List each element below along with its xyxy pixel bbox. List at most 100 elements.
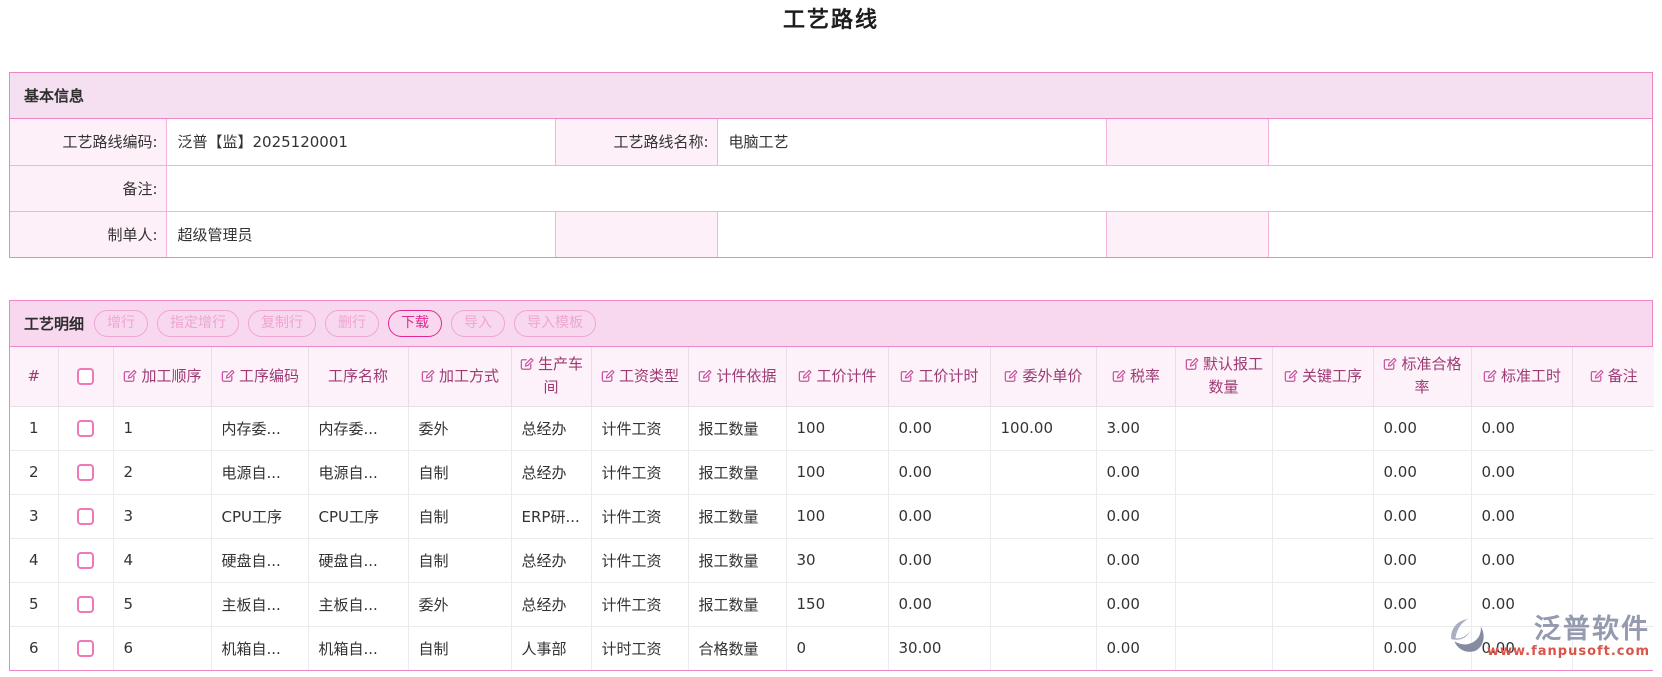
- toolbar-button-import-template[interactable]: 导入模板: [514, 310, 596, 337]
- cell-wage-type: 计件工资: [591, 450, 688, 494]
- col-header-label: 工资类型: [619, 367, 679, 385]
- col-header-label: 加工方式: [439, 367, 499, 385]
- table-row: 66机箱自...机箱自...自制人事部计时工资合格数量030.000.000.0…: [10, 626, 1654, 670]
- cell-remark: [1572, 538, 1654, 582]
- cell-hourly-rate: 0.00: [888, 494, 990, 538]
- page-title: 工艺路线: [0, 6, 1662, 36]
- toolbar-button-import[interactable]: 导入: [451, 310, 505, 337]
- col-header-process-method: 加工方式: [408, 347, 511, 406]
- cell-key-process: [1272, 626, 1373, 670]
- cell-select: [58, 538, 113, 582]
- cell-select: [58, 626, 113, 670]
- cell-key-process: [1272, 406, 1373, 450]
- cell-wage-type: 计件工资: [591, 494, 688, 538]
- cell-process-method: 自制: [408, 494, 511, 538]
- cell-wage-type: 计件工资: [591, 582, 688, 626]
- cell-piece-rate: 150: [786, 582, 888, 626]
- routing-code-value: 泛普【监】2025120001: [166, 119, 555, 165]
- cell-standard-pass-rate: 0.00: [1373, 450, 1471, 494]
- cell-process-code: 电源自...: [211, 450, 308, 494]
- cell-key-process: [1272, 538, 1373, 582]
- cell-piece-basis: 报工数量: [688, 582, 786, 626]
- edit-column-icon: [122, 368, 137, 383]
- col-header-label: 工序编码: [239, 367, 299, 385]
- cell-tax-rate: 0.00: [1096, 450, 1175, 494]
- row-checkbox[interactable]: [77, 596, 94, 613]
- col-header-wage-type: 工资类型: [591, 347, 688, 406]
- cell-piece-rate: 0: [786, 626, 888, 670]
- cell-select: [58, 582, 113, 626]
- col-header-outsource-price: 委外单价: [990, 347, 1096, 406]
- cell-process-method: 委外: [408, 582, 511, 626]
- toolbar-button-add-row-at[interactable]: 指定增行: [157, 310, 239, 337]
- col-header-standard-hours: 标准工时: [1471, 347, 1572, 406]
- cell-process-order: 6: [113, 626, 211, 670]
- col-header-piece-basis: 计件依据: [688, 347, 786, 406]
- basic-info-panel: 基本信息 工艺路线编码: 泛普【监】2025120001 工艺路线名称: 电脑工…: [9, 72, 1653, 258]
- cell-tax-rate: 0.00: [1096, 538, 1175, 582]
- col-header-label: #: [27, 367, 40, 385]
- cell-hourly-rate: 0.00: [888, 406, 990, 450]
- cell-workshop: 总经办: [511, 406, 591, 450]
- process-detail-title: 工艺明细: [24, 313, 84, 334]
- cell-outsource-price: [990, 494, 1096, 538]
- col-header-label: 默认报工数量: [1203, 355, 1263, 396]
- select-all-checkbox[interactable]: [77, 368, 94, 385]
- cell-remark: [1572, 406, 1654, 450]
- toolbar-button-copy-row[interactable]: 复制行: [248, 310, 316, 337]
- cell-process-code: 硬盘自...: [211, 538, 308, 582]
- toolbar-button-download[interactable]: 下载: [388, 310, 442, 337]
- basic-info-header: 基本信息: [10, 73, 1652, 119]
- edit-column-icon: [1482, 368, 1497, 383]
- cell-outsource-price: [990, 450, 1096, 494]
- cell-index: 4: [10, 538, 58, 582]
- cell-wage-type: 计件工资: [591, 538, 688, 582]
- remark-label: 备注:: [10, 165, 166, 211]
- cell-index: 1: [10, 406, 58, 450]
- toolbar-button-delete-row[interactable]: 删行: [325, 310, 379, 337]
- col-header-index: #: [10, 347, 58, 406]
- cell-standard-hours: 0.00: [1471, 494, 1572, 538]
- edit-column-icon: [697, 368, 712, 383]
- cell-standard-pass-rate: 0.00: [1373, 582, 1471, 626]
- edit-column-icon: [1111, 368, 1126, 383]
- routing-name-label: 工艺路线名称:: [555, 119, 717, 165]
- cell-remark: [1572, 450, 1654, 494]
- edit-column-icon: [519, 356, 534, 371]
- cell-process-order: 3: [113, 494, 211, 538]
- cell-process-name: 电源自...: [308, 450, 408, 494]
- toolbar-button-add-row[interactable]: 增行: [94, 310, 148, 337]
- cell-process-method: 自制: [408, 626, 511, 670]
- cell-workshop: 总经办: [511, 538, 591, 582]
- cell-tax-rate: 0.00: [1096, 626, 1175, 670]
- col-header-label: 生产车间: [538, 355, 583, 396]
- row-checkbox[interactable]: [77, 508, 94, 525]
- col-header-label: 工序名称: [328, 367, 388, 385]
- cell-process-method: 委外: [408, 406, 511, 450]
- routing-name-value: 电脑工艺: [717, 119, 1106, 165]
- basic-info-title: 基本信息: [24, 85, 84, 106]
- cell-select: [58, 406, 113, 450]
- row-checkbox[interactable]: [77, 640, 94, 657]
- cell-standard-pass-rate: 0.00: [1373, 494, 1471, 538]
- cell-piece-basis: 报工数量: [688, 494, 786, 538]
- row-checkbox[interactable]: [77, 464, 94, 481]
- col-header-tax-rate: 税率: [1096, 347, 1175, 406]
- col-header-label: 税率: [1130, 367, 1160, 385]
- cell-default-report-qty: [1175, 494, 1272, 538]
- cell-remark: [1572, 626, 1654, 670]
- table-row: 33CPU工序CPU工序自制ERP研...计件工资报工数量1000.000.00…: [10, 494, 1654, 538]
- cell-wage-type: 计时工资: [591, 626, 688, 670]
- cell-tax-rate: 3.00: [1096, 406, 1175, 450]
- row-checkbox[interactable]: [77, 420, 94, 437]
- empty-label-cell: [1106, 119, 1268, 165]
- empty-label-cell: [1106, 211, 1268, 257]
- cell-process-code: 机箱自...: [211, 626, 308, 670]
- cell-process-code: CPU工序: [211, 494, 308, 538]
- edit-column-icon: [899, 368, 914, 383]
- table-row: 44硬盘自...硬盘自...自制总经办计件工资报工数量300.000.000.0…: [10, 538, 1654, 582]
- row-checkbox[interactable]: [77, 552, 94, 569]
- cell-default-report-qty: [1175, 406, 1272, 450]
- col-header-workshop: 生产车间: [511, 347, 591, 406]
- col-header-label: 备注: [1608, 367, 1638, 385]
